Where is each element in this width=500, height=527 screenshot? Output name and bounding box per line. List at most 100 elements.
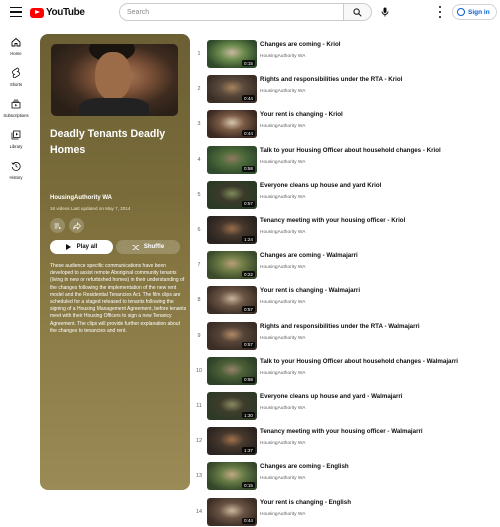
playlist-video-row[interactable]: 14 0:44 Your rent is changing - English Hou… <box>194 492 500 527</box>
sidebar-item-subscriptions[interactable]: Subscriptions <box>0 92 32 123</box>
video-index: 3 <box>197 121 201 128</box>
video-channel-link[interactable]: HousingAuthority WA <box>260 124 305 129</box>
video-title-link[interactable]: Everyone cleans up house and yard - Walm… <box>260 393 402 400</box>
shuffle-label: Shuffle <box>143 244 165 250</box>
playlist-video-row[interactable]: 8 0:57 Your rent is changing - Walmajarri H… <box>194 280 500 315</box>
video-duration: 0:22 <box>242 271 255 278</box>
video-title-link[interactable]: Changes are coming - Kriol <box>260 41 340 48</box>
video-index: 9 <box>197 332 201 339</box>
video-channel-link[interactable]: HousingAuthority WA <box>260 476 305 481</box>
video-channel-link[interactable]: HousingAuthority WA <box>260 406 305 411</box>
playlist-video-row[interactable]: 12 1:37 Tenancy meeting with your housing … <box>194 421 500 456</box>
video-title-link[interactable]: Your rent is changing - Walmajarri <box>260 287 360 294</box>
sidebar-item-label: Shorts <box>9 81 23 87</box>
video-channel-link[interactable]: HousingAuthority WA <box>260 371 305 376</box>
sidebar-item-label: Subscriptions <box>3 112 29 118</box>
voice-search-button[interactable] <box>377 4 393 20</box>
add-to-queue-icon <box>54 223 61 229</box>
playlist-video-row[interactable]: 13 0:15 Changes are coming - English Housin… <box>194 456 500 491</box>
video-thumbnail[interactable]: 1:24 <box>207 216 257 244</box>
video-channel-link[interactable]: HousingAuthority WA <box>260 336 305 341</box>
video-channel-link[interactable]: HousingAuthority WA <box>260 230 305 235</box>
video-channel-link[interactable]: HousingAuthority WA <box>260 54 305 59</box>
playlist-video-row[interactable]: 2 0:44 Rights and responsibilities under t… <box>194 69 500 104</box>
video-channel-link[interactable]: HousingAuthority WA <box>260 195 305 200</box>
search-input[interactable]: Search <box>119 3 344 21</box>
video-title-link[interactable]: Your rent is changing - Kriol <box>260 111 343 118</box>
video-index: 12 <box>196 438 202 445</box>
video-channel-link[interactable]: HousingAuthority WA <box>260 89 305 94</box>
video-index: 5 <box>197 191 201 198</box>
playlist-video-row[interactable]: 7 0:22 Changes are coming - Walmajarri Hous… <box>194 245 500 280</box>
video-duration: 0:58 <box>242 165 255 172</box>
video-thumbnail[interactable]: 0:44 <box>207 75 257 104</box>
video-title-link[interactable]: Changes are coming - Walmajarri <box>260 252 358 259</box>
video-thumbnail[interactable]: 0:57 <box>207 321 257 350</box>
video-thumbnail[interactable]: 1:30 <box>207 392 257 420</box>
sidebar-item-history[interactable]: History <box>0 154 32 185</box>
sidebar-item-shorts[interactable]: Shorts <box>0 61 32 92</box>
home-icon <box>10 36 22 48</box>
video-title-link[interactable]: Rights and responsibilities under the RT… <box>260 76 402 83</box>
video-channel-link[interactable]: HousingAuthority WA <box>260 512 305 517</box>
video-thumbnail[interactable]: 0:22 <box>207 251 257 280</box>
video-title-link[interactable]: Talk to your Housing Officer about house… <box>260 147 441 154</box>
video-thumbnail[interactable]: 0:44 <box>207 110 257 139</box>
video-index: 11 <box>196 403 202 409</box>
playlist-thumbnail[interactable] <box>51 44 178 116</box>
sign-in-button[interactable]: Sign in <box>452 4 497 20</box>
video-channel-link[interactable]: HousingAuthority WA <box>260 300 305 305</box>
playlist-video-row[interactable]: 10 0:58 Talk to your Housing Officer about… <box>194 351 500 386</box>
video-title-link[interactable]: Tenancy meeting with your housing office… <box>260 428 423 435</box>
search-button[interactable] <box>344 3 372 21</box>
playlist-video-row[interactable]: 5 0:57 Everyone cleans up house and yard K… <box>194 175 500 210</box>
sidebar-item-home[interactable]: Home <box>0 30 32 61</box>
video-channel-link[interactable]: HousingAuthority WA <box>260 265 305 270</box>
video-thumbnail[interactable]: 0:15 <box>207 462 257 491</box>
playlist-title: Deadly Tenants Deadly Homes <box>50 128 166 156</box>
video-index: 4 <box>197 156 201 163</box>
video-duration: 0:57 <box>242 306 255 313</box>
video-thumbnail[interactable]: 0:44 <box>207 497 257 526</box>
playlist-video-row[interactable]: 11 1:30 Everyone cleans up house and yard … <box>194 386 500 421</box>
search-placeholder: Search <box>127 8 150 16</box>
hamburger-menu-icon[interactable] <box>10 7 22 17</box>
playlist-video-row[interactable]: 9 0:57 Rights and responsibilities under t… <box>194 316 500 351</box>
channel-name-link[interactable]: HousingAuthority WA <box>50 195 112 201</box>
video-title-link[interactable]: Tenancy meeting with your housing office… <box>260 217 405 224</box>
playlist-video-row[interactable]: 3 0:44 Your rent is changing - Kriol Housin… <box>194 104 500 139</box>
video-duration: 0:57 <box>242 341 255 348</box>
history-icon <box>10 160 22 172</box>
video-thumbnail[interactable]: 0:58 <box>207 356 257 385</box>
playlist-meta: 16 videos Last updated on May 7, 2014 <box>50 206 131 211</box>
video-channel-link[interactable]: HousingAuthority WA <box>260 160 305 165</box>
playlist-header-panel: Deadly Tenants Deadly Homes HousingAutho… <box>40 34 190 490</box>
search-icon <box>353 7 362 17</box>
share-button[interactable] <box>69 218 84 233</box>
video-index: 10 <box>196 367 202 374</box>
playlist-video-row[interactable]: 4 0:58 Talk to your Housing Officer about … <box>194 140 500 175</box>
sidebar-item-library[interactable]: Library <box>0 123 32 154</box>
video-thumbnail[interactable]: 0:58 <box>207 145 257 174</box>
shuffle-icon <box>132 244 139 250</box>
video-title-link[interactable]: Rights and responsibilities under the RT… <box>260 323 420 330</box>
video-thumbnail[interactable]: 0:15 <box>207 40 257 68</box>
playlist-video-row[interactable]: 1 0:15 Changes are coming - Kriol HousingAu… <box>194 34 500 69</box>
video-title-link[interactable]: Everyone cleans up house and yard Kriol <box>260 182 381 189</box>
video-title-link[interactable]: Talk to your Housing Officer about house… <box>260 358 458 365</box>
subscriptions-icon <box>10 98 22 110</box>
video-channel-link[interactable]: HousingAuthority WA <box>260 441 305 446</box>
video-duration: 0:44 <box>242 517 255 524</box>
video-title-link[interactable]: Changes are coming - English <box>260 463 349 470</box>
video-index: 8 <box>197 297 201 304</box>
sidebar: Home Shorts Subscriptions Library Histor… <box>0 30 32 185</box>
shuffle-button[interactable]: Shuffle <box>116 240 180 254</box>
video-thumbnail[interactable]: 0:57 <box>207 286 257 315</box>
video-thumbnail[interactable]: 0:57 <box>207 180 257 209</box>
play-all-button[interactable]: Play all <box>50 240 113 254</box>
youtube-logo[interactable]: YouTube <box>30 7 85 18</box>
video-thumbnail[interactable]: 1:37 <box>207 427 257 456</box>
settings-menu-icon[interactable] <box>437 6 443 18</box>
save-to-library-button[interactable] <box>50 218 65 233</box>
playlist-video-row[interactable]: 6 1:24 Tenancy meeting with your housing o… <box>194 210 500 245</box>
